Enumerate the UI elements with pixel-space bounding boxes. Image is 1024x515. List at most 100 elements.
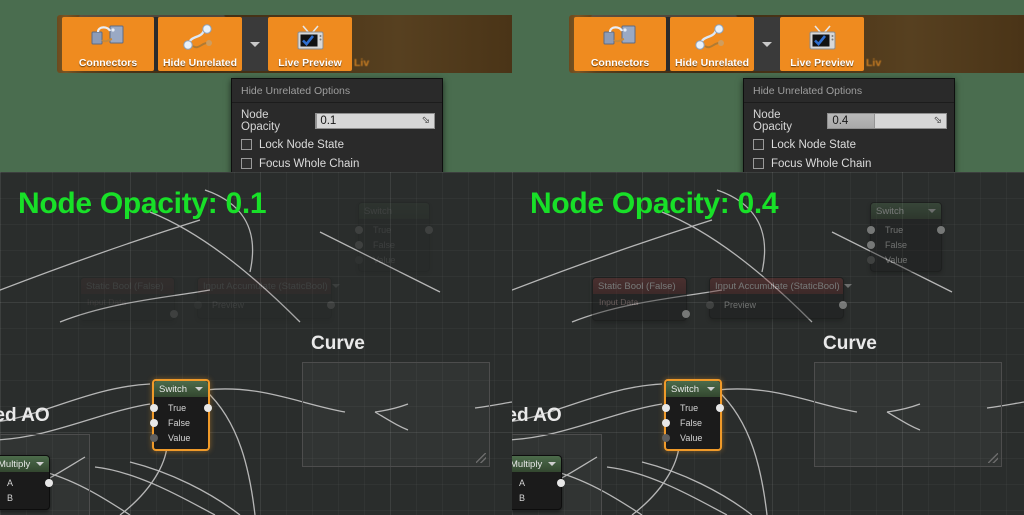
toolbar-button-truncated[interactable]: Liv (354, 17, 402, 71)
material-graph-canvas-right[interactable]: Switch True False Value Static Bool (Fal… (512, 172, 1024, 515)
resize-grip-icon[interactable] (476, 453, 486, 463)
toolbar-button-connectors[interactable]: Connectors (62, 17, 154, 71)
node-static-bool-faded[interactable]: Static Bool (False) Input Data (80, 277, 178, 321)
node-opacity-row: Node Opacity 0.4 ⬂ (744, 107, 954, 135)
node-opacity-spinbox[interactable]: 0.4 ⬂ (827, 113, 947, 129)
focus-whole-chain-row[interactable]: Focus Whole Chain (744, 154, 954, 173)
comparison-panel-left: Connectors Hide Unrelated Live Preview L… (0, 0, 512, 515)
pin-value-in[interactable] (662, 433, 670, 442)
toolbar-button-live-preview[interactable]: Live Preview (268, 17, 352, 71)
node-multiply-ao[interactable]: Multiply A B (0, 455, 53, 510)
node-opacity-spinbox[interactable]: 0.1 ⬂ (315, 113, 435, 129)
toolbar-label-hide-unrelated: Hide Unrelated (674, 57, 750, 69)
pin-label-false: False (373, 239, 396, 250)
node-switch-selected-title: Switch (154, 381, 208, 397)
screenshot-stage: Connectors Hide Unrelated Live Preview L… (0, 0, 1024, 515)
pin-false-in[interactable] (662, 418, 670, 427)
node-switch-faded[interactable]: Switch True False Value (355, 202, 433, 272)
popup-title: Hide Unrelated Options (232, 82, 442, 103)
node-static-bool-subtitle: Input Data (87, 297, 127, 307)
overlay-label-left: Node Opacity: 0.1 (18, 187, 267, 220)
comment-box-curve[interactable]: Curve (302, 333, 490, 467)
pin-label-b: B (7, 492, 14, 503)
comment-title-curve: Curve (823, 333, 877, 354)
toolbar-button-hide-unrelated[interactable]: Hide Unrelated (158, 17, 242, 71)
pin-false-in[interactable] (867, 240, 875, 249)
resize-grip-icon[interactable] (988, 453, 998, 463)
node-input-accumulate-faded[interactable]: Input Accumulate (StaticBool) Preview (194, 277, 340, 319)
pin-label-preview: Preview (724, 299, 757, 310)
focus-whole-chain-label: Focus Whole Chain (771, 157, 872, 170)
chevron-down-icon (195, 387, 203, 391)
node-opacity-label: Node Opacity (241, 109, 280, 133)
pin-value-in[interactable] (355, 255, 363, 264)
pin-preview-in[interactable] (194, 300, 202, 309)
pin-true-in[interactable] (150, 403, 158, 412)
node-switch-selected[interactable]: Switch True False Value (662, 379, 724, 451)
pin-label-a: A (7, 477, 14, 488)
toolbar-button-connectors[interactable]: Connectors (574, 17, 666, 71)
pin-true-in[interactable] (355, 225, 363, 234)
pin-row-b: B (0, 490, 49, 505)
pin-switch-out[interactable] (716, 403, 724, 412)
comment-box-curve[interactable]: Curve (814, 333, 1002, 467)
toolbar-button-live-preview[interactable]: Live Preview (780, 17, 864, 71)
lock-node-state-row[interactable]: Lock Node State (744, 135, 954, 154)
chevron-down-icon (707, 387, 715, 391)
pin-false-in[interactable] (355, 240, 363, 249)
pin-row-false: False (662, 415, 720, 430)
resize-grip-icon: ⬂ (933, 115, 942, 126)
hide-unrelated-dropdown-toggle[interactable] (754, 17, 780, 71)
toolbar-label-truncated: Liv (866, 57, 882, 69)
pin-row-value: Value (150, 430, 208, 445)
pin-static-bool-out[interactable] (682, 310, 690, 318)
pin-row-preview: Preview (706, 297, 847, 312)
node-static-bool-faded[interactable]: Static Bool (False) Input Data (592, 277, 690, 321)
pin-row-b: B (512, 490, 561, 505)
pin-label-preview: Preview (212, 299, 245, 310)
pin-label-value: Value (885, 254, 908, 265)
material-graph-canvas-left[interactable]: Switch True False Value Static Bool (Fal… (0, 172, 512, 515)
pin-preview-out[interactable] (839, 300, 847, 309)
node-switch-faded[interactable]: Switch True False Value (867, 202, 945, 272)
pin-static-bool-out[interactable] (170, 310, 178, 318)
pin-false-in[interactable] (150, 418, 158, 427)
pin-true-in[interactable] (662, 403, 670, 412)
pin-row-true: True (867, 222, 945, 237)
pin-out[interactable] (425, 225, 433, 234)
pin-value-in[interactable] (150, 433, 158, 442)
node-input-accumulate-faded[interactable]: Input Accumulate (StaticBool) Preview (706, 277, 852, 319)
pin-label-true: True (680, 402, 699, 413)
comparison-panel-right: Connectors Hide Unrelated Live Preview L… (512, 0, 1024, 515)
lock-node-state-label: Lock Node State (771, 138, 857, 151)
hide-unrelated-dropdown-toggle[interactable] (242, 17, 268, 71)
node-multiply-ao[interactable]: Multiply A B (512, 455, 565, 510)
pin-label-false: False (680, 417, 703, 428)
pin-multiply-ao-out[interactable] (45, 478, 53, 487)
chevron-down-icon (928, 209, 936, 213)
pin-switch-out[interactable] (204, 403, 212, 412)
focus-whole-chain-checkbox[interactable] (241, 158, 252, 169)
pin-row-value: Value (355, 252, 429, 267)
pin-value-in[interactable] (867, 255, 875, 264)
lock-node-state-checkbox[interactable] (753, 139, 764, 150)
comment-title-combined-ao: mbined AO (512, 405, 562, 426)
lock-node-state-row[interactable]: Lock Node State (232, 135, 442, 154)
toolbar-label-live-preview: Live Preview (790, 57, 854, 69)
pin-multiply-ao-out[interactable] (557, 478, 565, 487)
toolbar-button-truncated[interactable]: Liv (866, 17, 914, 71)
toolbar-button-hide-unrelated[interactable]: Hide Unrelated (670, 17, 754, 71)
focus-whole-chain-checkbox[interactable] (753, 158, 764, 169)
pin-true-in[interactable] (867, 225, 875, 234)
pin-row-false: False (150, 415, 208, 430)
pin-label-true: True (373, 224, 392, 235)
pin-preview-in[interactable] (706, 300, 714, 309)
live-preview-tv-icon (802, 17, 842, 56)
pin-preview-out[interactable] (327, 300, 335, 309)
focus-whole-chain-row[interactable]: Focus Whole Chain (232, 154, 442, 173)
pin-out[interactable] (937, 225, 945, 234)
pin-label-value: Value (373, 254, 396, 265)
lock-node-state-checkbox[interactable] (241, 139, 252, 150)
overlay-label-right: Node Opacity: 0.4 (530, 187, 779, 220)
node-switch-selected[interactable]: Switch True False Value (150, 379, 212, 451)
